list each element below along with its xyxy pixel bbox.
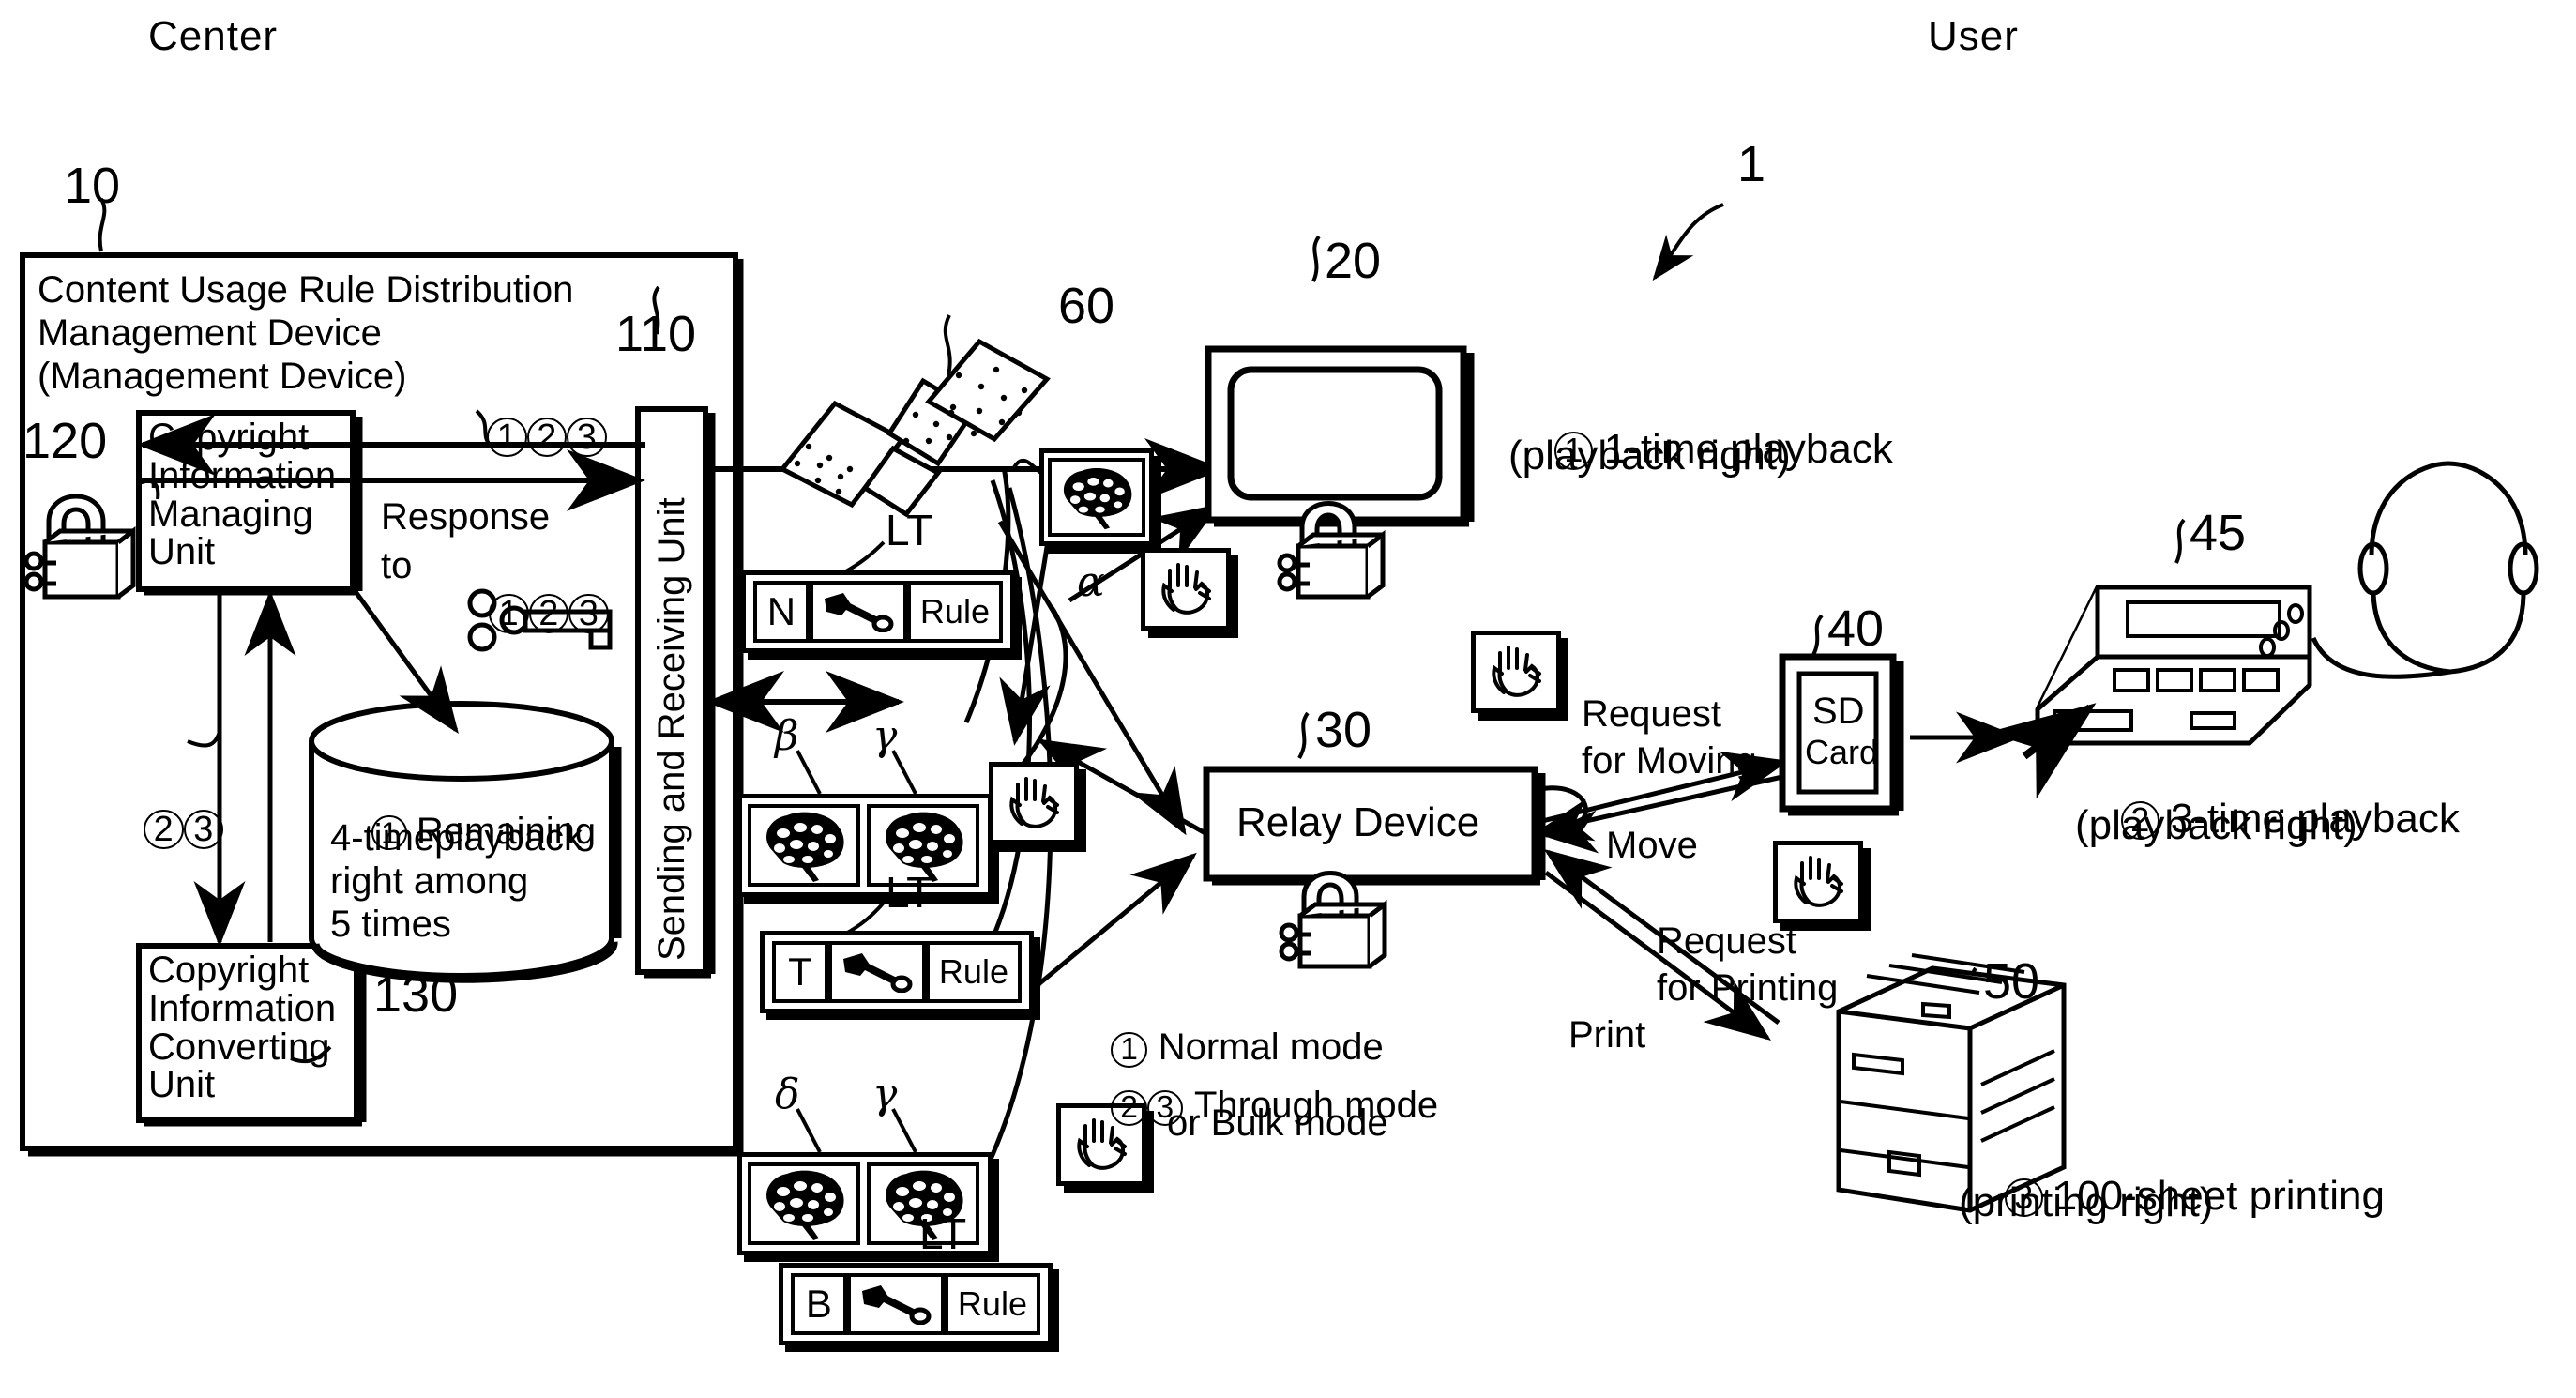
user-right-3-line2: (printing right) — [1959, 1179, 2214, 1225]
request-for-moving-line2: for Moving — [1582, 740, 1757, 782]
system-ref-number: 1 — [1737, 136, 1766, 192]
license-ticket-bulk[interactable]: B Rule — [779, 1263, 1053, 1345]
marker-1: 1 — [486, 417, 527, 458]
hand-permission-box-5[interactable] — [1773, 841, 1863, 923]
user-side-label: User — [1928, 13, 2019, 59]
database-line4: 5 times — [330, 904, 451, 945]
copyright-information-managing-unit-label: Copyright Information Managing Unit — [148, 417, 337, 573]
lt-rule-label-3: Rule — [944, 1273, 1040, 1335]
sd-card-line1: SD — [1812, 691, 1865, 732]
key-icon — [827, 941, 926, 1003]
lt-label-2: LT — [886, 868, 933, 917]
ref-40: 40 — [1827, 600, 1885, 657]
response-marker-1: 1 — [488, 593, 529, 634]
ref-30: 30 — [1315, 702, 1372, 758]
ref-110: 110 — [615, 306, 697, 362]
hand-permission-box-4[interactable] — [1471, 631, 1561, 713]
greek-gamma-2: γ — [872, 1071, 898, 1118]
patent-figure-canvas: Center User 1 10 110 120 130 60 20 30 40… — [0, 0, 2576, 1398]
ref-130: 130 — [373, 966, 459, 1023]
content-pair-1[interactable] — [737, 794, 993, 897]
ref-60: 60 — [1058, 278, 1115, 334]
lt-mode-letter-t: T — [772, 941, 828, 1003]
ref-10: 10 — [64, 158, 121, 214]
greek-beta-1: β — [775, 712, 799, 760]
move-label: Move — [1606, 825, 1698, 866]
user-right-2-line2: (playback right) — [2075, 802, 2357, 848]
center-title-line1: Content Usage Rule Distribution — [38, 269, 574, 311]
hand-icon — [1492, 646, 1541, 697]
print-label: Print — [1568, 1014, 1646, 1056]
ref-120: 120 — [23, 413, 108, 469]
brain-icon — [748, 804, 860, 887]
ref-45: 45 — [2190, 505, 2247, 561]
request-for-printing-line2: for Printing — [1657, 967, 1839, 1009]
response-marker-3: 3 — [568, 593, 609, 634]
downstream-marker-3: 3 — [183, 809, 224, 850]
response-label-line2: to — [381, 545, 413, 586]
key-icon — [809, 581, 907, 643]
response-label-line1: Response — [381, 496, 551, 538]
response-markers: 123 — [443, 542, 609, 681]
downstream-marker-2: 2 — [143, 809, 184, 850]
content-alpha[interactable] — [1039, 448, 1154, 546]
marker-3: 3 — [567, 417, 607, 458]
ref-50: 50 — [1983, 953, 2040, 1010]
database-line2: 4-timeplayback — [330, 817, 583, 859]
mode-marker-2: 2 — [1111, 1089, 1147, 1126]
lt-mode-letter-b: B — [791, 1273, 847, 1335]
brain-icon — [748, 1162, 860, 1245]
response-marker-2: 2 — [528, 593, 569, 634]
hand-permission-box-2[interactable] — [989, 762, 1079, 844]
request-for-moving-line1: Request — [1582, 693, 1721, 735]
hand-permission-box-1[interactable] — [1141, 548, 1231, 631]
copyright-information-converting-unit-label: Copyright Information Converting Unit — [148, 950, 337, 1106]
lt-mode-letter-n: N — [753, 581, 810, 643]
user-right-1-line2: (playback right) — [1508, 433, 1791, 479]
lt-label-1: LT — [886, 506, 933, 555]
hand-icon — [1009, 777, 1059, 828]
hand-icon — [1161, 563, 1211, 615]
lt-rule-label-2: Rule — [925, 941, 1022, 1003]
sending-and-receiving-unit-label: Sending and Receiving Unit — [651, 497, 692, 961]
sd-card-line2: Card — [1805, 733, 1879, 771]
greek-delta-2: δ — [775, 1071, 800, 1118]
center-side-label: Center — [148, 13, 279, 59]
database-line3: right among — [330, 860, 529, 902]
greek-gamma-1: γ — [872, 712, 898, 760]
license-ticket-normal[interactable]: N Rule — [741, 570, 1015, 653]
request-for-printing-line1: Request — [1657, 920, 1796, 962]
greek-alpha: α — [1077, 558, 1105, 606]
key-icon — [846, 1273, 945, 1335]
brain-icon — [1048, 458, 1145, 537]
center-title-line3: (Management Device) — [38, 356, 407, 397]
downstream-markers: 23 — [98, 758, 224, 897]
lt-label-3: LT — [919, 1209, 967, 1258]
relay-mode-3: or Bulk mode — [1167, 1102, 1388, 1144]
marker-2: 2 — [526, 417, 568, 458]
license-ticket-through[interactable]: T Rule — [760, 931, 1034, 1013]
hand-icon — [1794, 856, 1843, 907]
lt-rule-label-1: Rule — [906, 581, 1003, 643]
request-markers: 123 — [441, 366, 607, 505]
ref-20: 20 — [1325, 233, 1382, 289]
relay-device-label: Relay Device — [1236, 799, 1480, 845]
center-title-line2: Management Device — [38, 312, 382, 354]
